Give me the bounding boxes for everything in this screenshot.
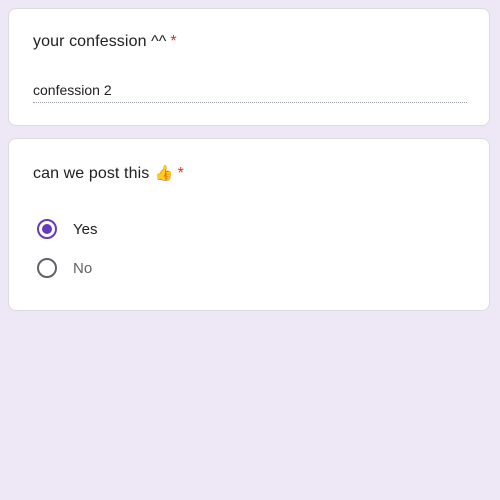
option-label-no: No — [73, 259, 93, 277]
radio-button-unchecked[interactable] — [37, 258, 57, 278]
radio-button-checked[interactable] — [37, 219, 57, 239]
thumbs-up-icon: 👍 — [154, 165, 174, 182]
confession-question-card: your confession ^^ * confession 2 — [8, 8, 490, 126]
question-title-text: your confession ^^ — [33, 33, 167, 50]
question-title: can we post this 👍 * — [33, 164, 184, 183]
post-permission-question-card: can we post this 👍 * Yes No — [8, 138, 490, 311]
confession-answer-field[interactable]: confession 2 — [33, 81, 467, 103]
required-asterisk: * — [177, 165, 184, 182]
option-label-yes: Yes — [73, 220, 98, 238]
radio-option-yes[interactable]: Yes — [37, 217, 97, 241]
question-title: your confession ^^ * — [33, 33, 177, 51]
radio-option-no[interactable]: No — [37, 256, 92, 280]
required-asterisk: * — [170, 33, 177, 50]
question-title-text: can we post this — [33, 165, 150, 182]
